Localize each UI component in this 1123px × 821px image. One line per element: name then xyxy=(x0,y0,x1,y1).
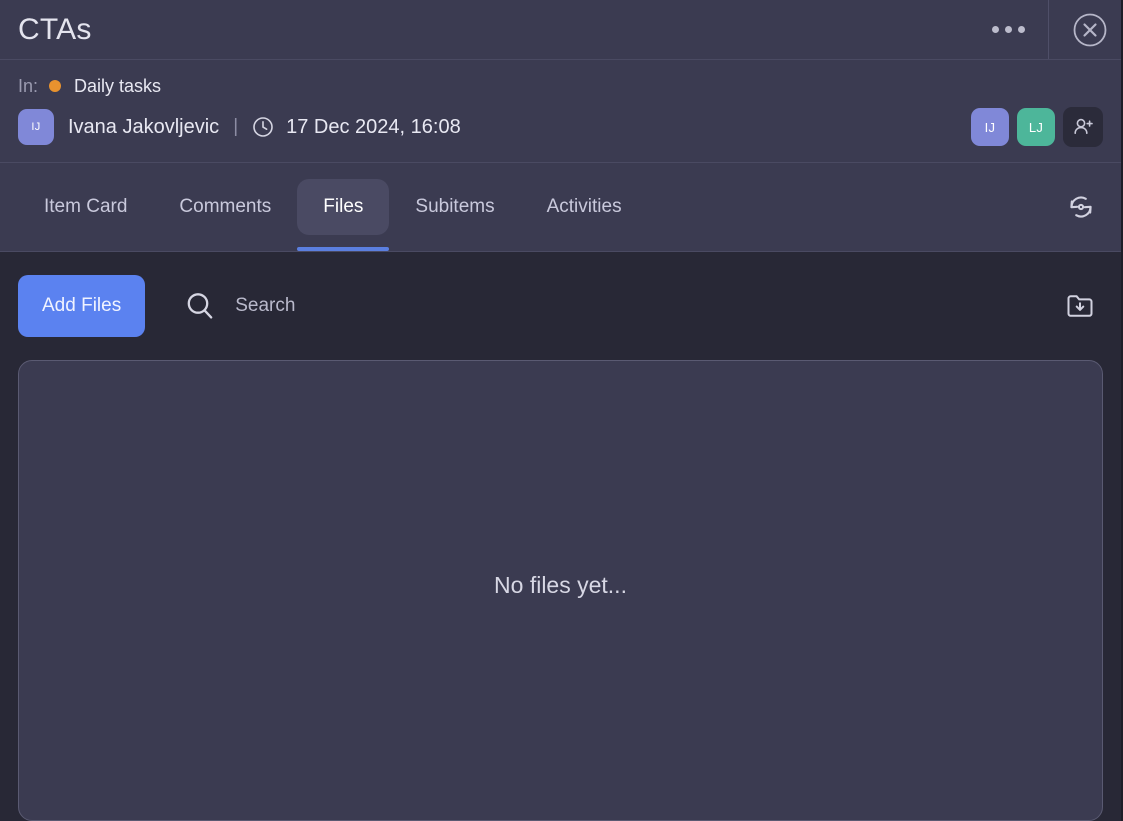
avatar[interactable]: IJ xyxy=(18,109,54,145)
avatar-initials: IJ xyxy=(984,119,996,135)
owner-row: IJ Ivana Jakovljevic | 17 Dec 2024, 16:0… xyxy=(18,106,1103,148)
ellipsis-icon xyxy=(1004,26,1012,33)
person-add-icon xyxy=(1074,118,1093,134)
tab-comments[interactable]: Comments xyxy=(153,179,297,235)
search-field[interactable] xyxy=(183,282,1057,330)
item-detail-panel: CTAs In: Daily tasks IJ Ivana Jakovljevi… xyxy=(0,0,1123,821)
meta-separator: | xyxy=(233,116,239,137)
files-toolbar: Add Files xyxy=(0,252,1121,360)
board-name[interactable]: Daily tasks xyxy=(74,76,161,97)
item-meta: In: Daily tasks IJ Ivana Jakovljevic | 1… xyxy=(0,60,1121,163)
tab-label: Subitems xyxy=(415,196,495,217)
empty-state-message: No files yet... xyxy=(494,572,627,598)
close-circle-icon xyxy=(1073,13,1107,46)
clock-icon xyxy=(252,116,274,138)
tab-subitems[interactable]: Subitems xyxy=(389,179,520,235)
tab-item-card[interactable]: Item Card xyxy=(18,179,153,235)
download-all-button[interactable] xyxy=(1057,283,1103,329)
search-icon xyxy=(183,289,217,323)
board-location-row: In: Daily tasks xyxy=(18,72,1103,100)
add-person-button[interactable] xyxy=(1063,107,1103,147)
avatar-initials: IJ xyxy=(31,121,41,133)
search-input[interactable] xyxy=(233,294,658,318)
tab-label: Item Card xyxy=(44,196,128,217)
in-label: In: xyxy=(18,75,39,96)
panel-header: CTAs In: Daily tasks IJ Ivana Jakovljevi… xyxy=(0,0,1121,251)
tab-list: Item Card Comments Files Subitems Activi… xyxy=(18,163,648,251)
files-tab-content: Add Files No files yet... xyxy=(0,251,1121,821)
titlebar-divider xyxy=(1048,0,1049,59)
avatar-initials: LJ xyxy=(1028,119,1044,135)
board-status-dot xyxy=(49,80,62,92)
tab-label: Files xyxy=(323,196,364,217)
member-avatar-group: IJ LJ xyxy=(971,107,1103,147)
avatar[interactable]: LJ xyxy=(1017,108,1055,146)
tab-bar: Item Card Comments Files Subitems Activi… xyxy=(0,163,1121,251)
close-button[interactable] xyxy=(1059,0,1121,60)
add-files-button[interactable]: Add Files xyxy=(18,275,146,337)
tab-label: Comments xyxy=(179,196,272,217)
tab-label: Activities xyxy=(546,196,622,217)
tab-files[interactable]: Files xyxy=(297,179,390,251)
files-dropzone[interactable]: No files yet... xyxy=(18,360,1103,821)
owner-name: Ivana Jakovljevic xyxy=(68,115,220,138)
page-title: CTAs xyxy=(18,12,92,46)
ellipsis-icon xyxy=(1017,26,1025,33)
folder-download-icon xyxy=(1067,295,1093,317)
tab-activities[interactable]: Activities xyxy=(521,179,648,235)
ellipsis-icon xyxy=(991,26,999,33)
more-options-button[interactable] xyxy=(980,0,1036,60)
title-bar: CTAs xyxy=(0,0,1121,60)
refresh-button[interactable] xyxy=(1059,185,1103,229)
avatar[interactable]: IJ xyxy=(971,108,1009,146)
timestamp: 17 Dec 2024, 16:08 xyxy=(286,115,461,138)
refresh-icon xyxy=(1070,196,1092,218)
